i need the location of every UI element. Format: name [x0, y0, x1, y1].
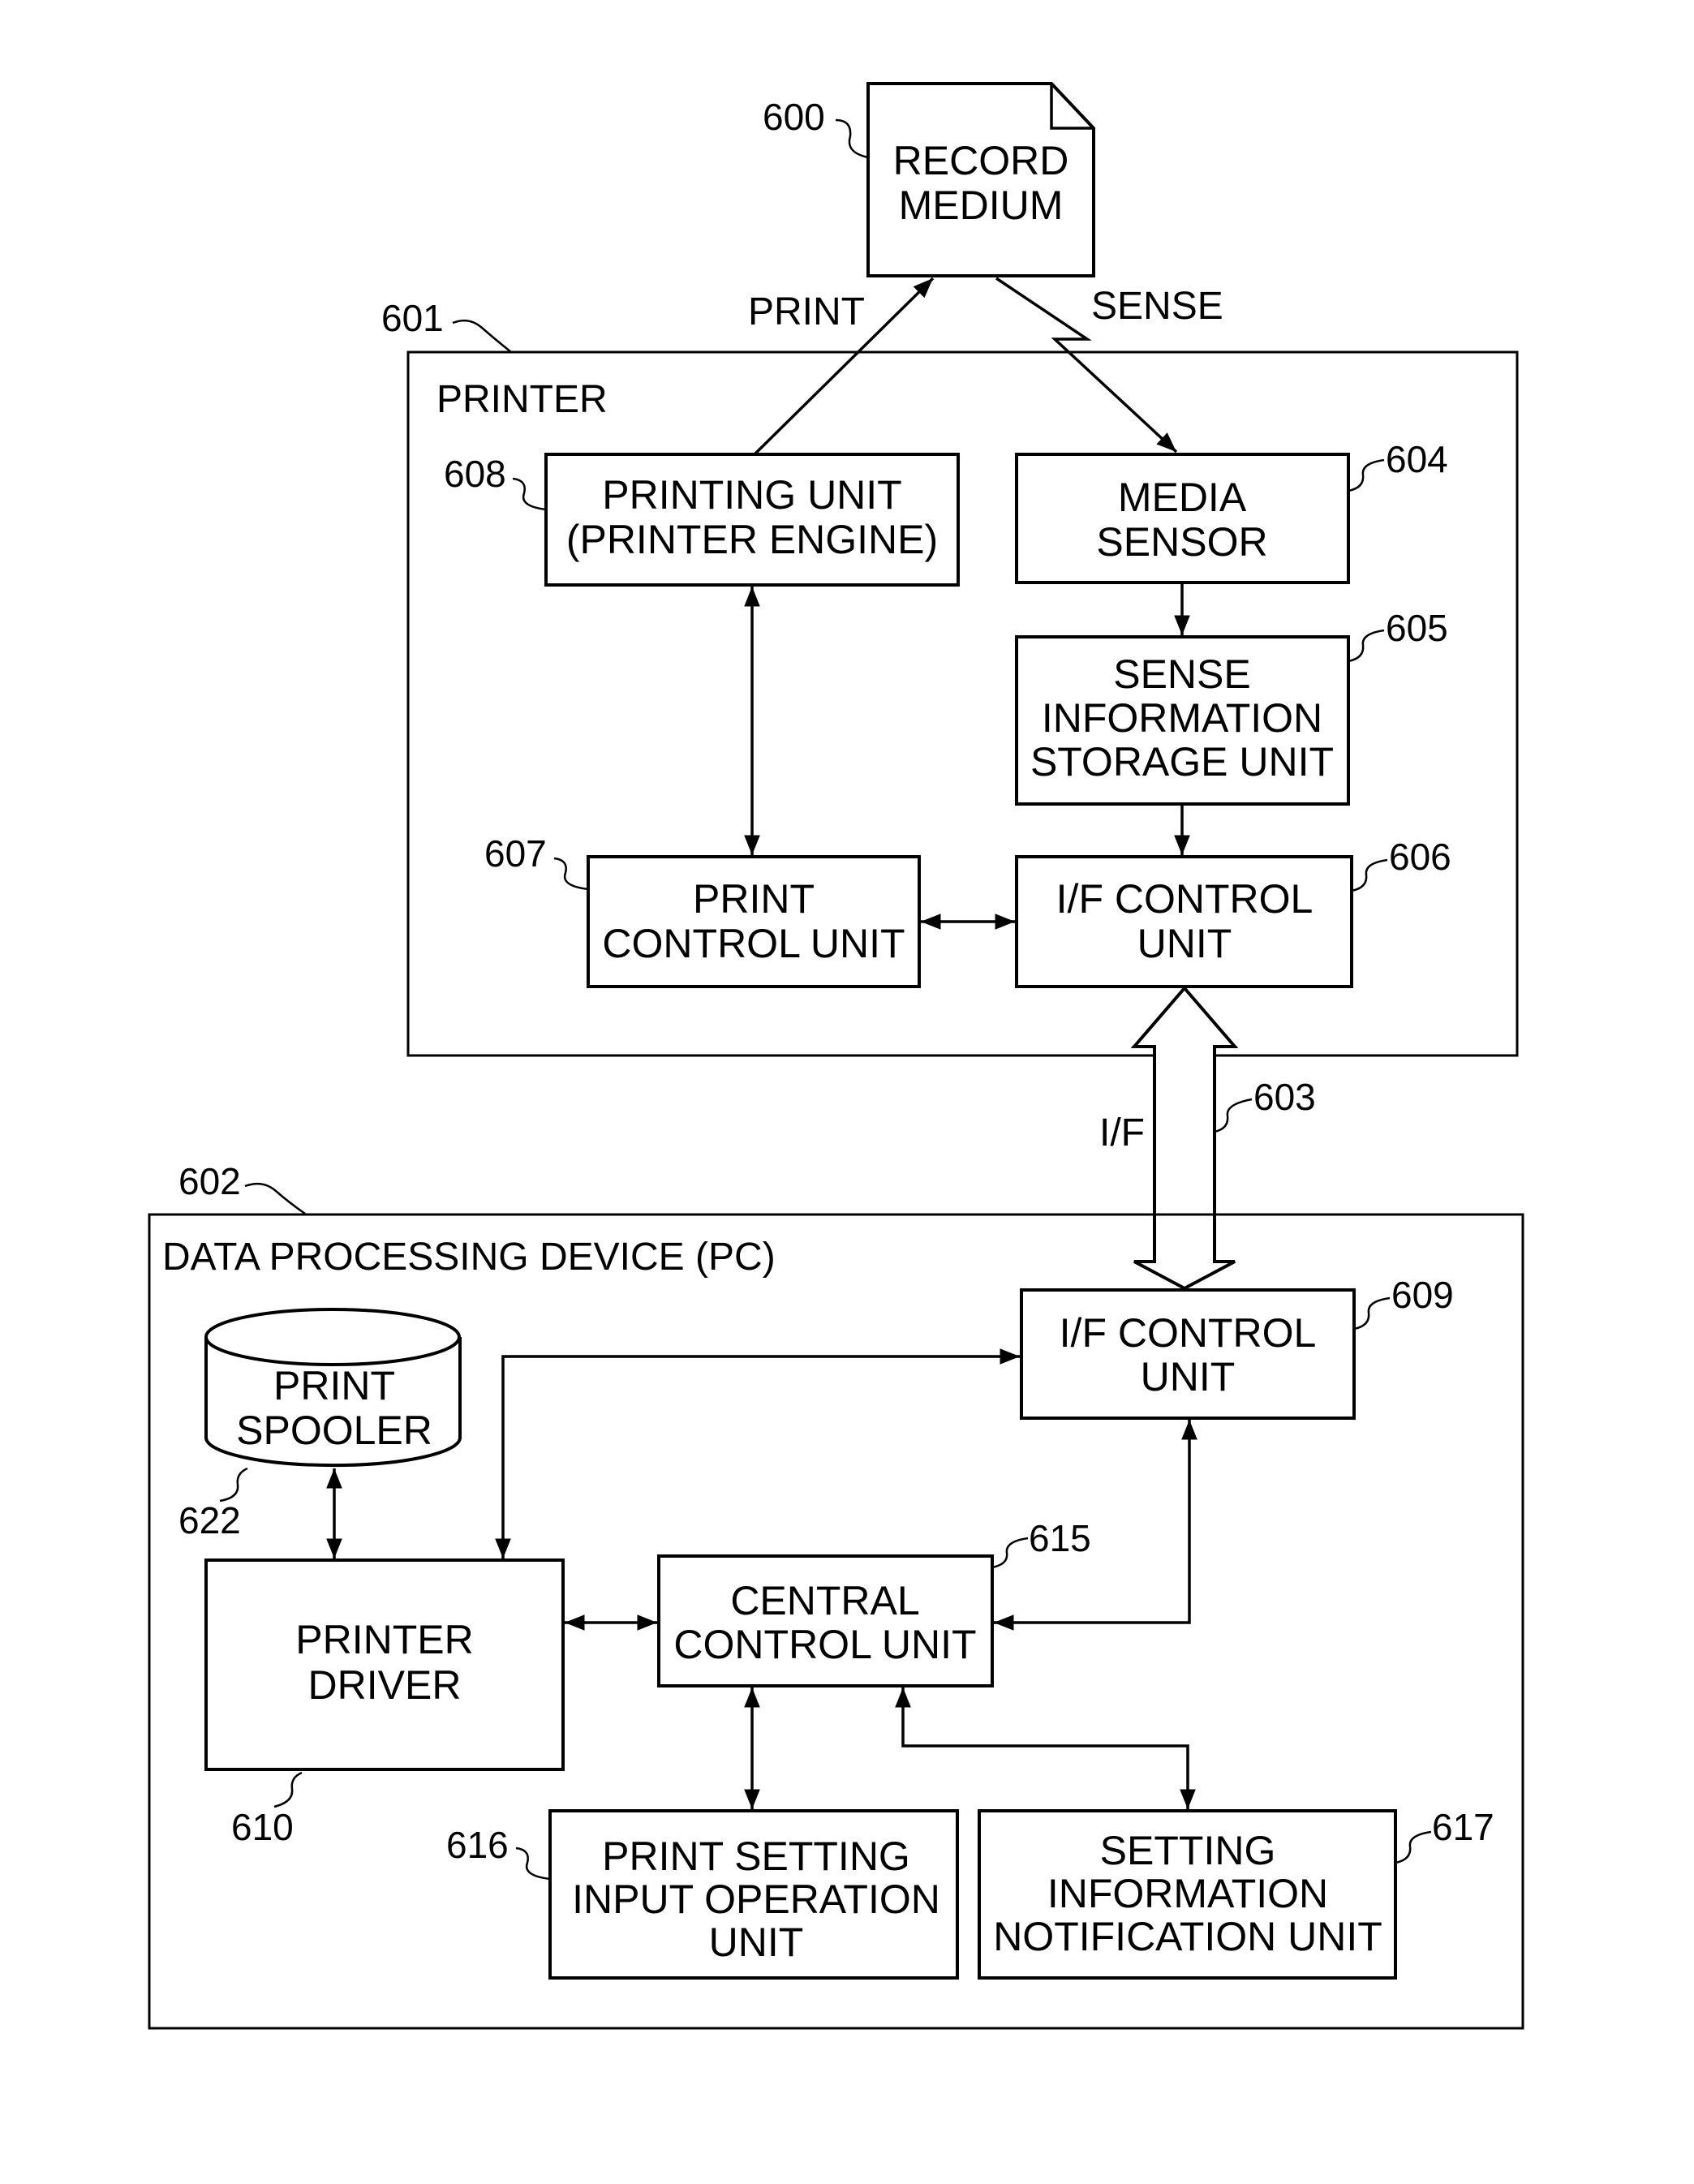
sense-storage-label-2: INFORMATION [1042, 695, 1322, 741]
print-spooler-node: PRINT SPOOLER [204, 1308, 462, 1468]
record-medium-label-2: MEDIUM [899, 183, 1064, 228]
printing-unit-label-1: PRINTING UNIT [602, 472, 901, 518]
pc-title: DATA PROCESSING DEVICE (PC) [162, 1236, 776, 1279]
central-control-node: CENTRAL CONTROL UNIT [657, 1554, 994, 1687]
printer-title: PRINTER [436, 378, 608, 421]
ref-608: 608 [444, 453, 506, 495]
printer-driver-node: PRINTER DRIVER [204, 1558, 565, 1771]
printing-unit-label-2: (PRINTER ENGINE) [566, 517, 938, 562]
print-setting-label-3: UNIT [709, 1920, 804, 1965]
leader-615 [991, 1537, 1029, 1569]
if-control-609-label-1: I/F CONTROL [1060, 1310, 1317, 1356]
leader-604 [1348, 458, 1385, 492]
leader-610 [273, 1771, 303, 1808]
setting-notification-label-2: INFORMATION [1047, 1871, 1328, 1916]
ref-605: 605 [1386, 607, 1448, 649]
ref-610: 610 [231, 1806, 294, 1848]
print-control-node: PRINT CONTROL UNIT [587, 855, 921, 988]
leader-602 [244, 1182, 306, 1215]
setting-notification-label-1: SETTING [1100, 1828, 1276, 1873]
media-sensor-node: MEDIA SENSOR [1015, 453, 1350, 584]
sense-label: SENSE [1091, 285, 1223, 328]
leader-622 [219, 1467, 248, 1503]
ref-601: 601 [381, 297, 444, 339]
ref-609: 609 [1391, 1274, 1454, 1316]
ref-616: 616 [446, 1824, 509, 1866]
print-setting-node: PRINT SETTING INPUT OPERATION UNIT [548, 1809, 959, 1980]
ref-607: 607 [484, 832, 547, 875]
central-control-label-2: CONTROL UNIT [673, 1622, 976, 1667]
leader-601 [452, 319, 512, 353]
sense-storage-label-3: STORAGE UNIT [1030, 739, 1334, 785]
ref-602: 602 [178, 1160, 241, 1202]
print-spooler-label-1: PRINT [273, 1363, 395, 1408]
record-medium-node: RECORD MEDIUM [866, 82, 1095, 277]
central-if-arrow [994, 1420, 1197, 1631]
ref-622: 622 [178, 1499, 241, 1541]
ref-603: 603 [1253, 1076, 1316, 1118]
sense-storage-label-1: SENSE [1113, 651, 1251, 697]
leader-606 [1351, 858, 1388, 892]
central-notification-arrow [895, 1687, 1196, 1809]
ref-606: 606 [1389, 836, 1451, 878]
print-setting-label-2: INPUT OPERATION [572, 1877, 940, 1922]
ref-604: 604 [1386, 438, 1448, 480]
leader-609 [1353, 1296, 1391, 1331]
printer-driver-label-2: DRIVER [308, 1662, 462, 1708]
print-label: PRINT [748, 290, 865, 333]
setting-notification-node: SETTING INFORMATION NOTIFICATION UNIT [978, 1809, 1397, 1980]
leader-607 [553, 857, 589, 891]
media-sensor-label-1: MEDIA [1118, 475, 1247, 520]
leader-600 [835, 118, 869, 159]
ref-615: 615 [1029, 1517, 1091, 1559]
if-control-609-node: I/F CONTROL UNIT [1020, 1288, 1356, 1420]
ref-600: 600 [763, 96, 825, 138]
print-setting-label-1: PRINT SETTING [602, 1834, 910, 1879]
leader-616 [515, 1847, 551, 1881]
record-medium-label-1: RECORD [893, 138, 1069, 183]
ref-617: 617 [1432, 1806, 1494, 1848]
if-control-606-label-2: UNIT [1137, 921, 1232, 966]
print-control-label-1: PRINT [693, 876, 815, 922]
central-control-label-1: CENTRAL [730, 1578, 919, 1623]
setting-notification-label-3: NOTIFICATION UNIT [993, 1914, 1382, 1959]
if-label: I/F [1099, 1111, 1145, 1154]
if-control-606-node: I/F CONTROL UNIT [1015, 855, 1353, 988]
leader-608 [512, 477, 547, 511]
media-sensor-label-2: SENSOR [1096, 519, 1267, 565]
block-diagram: RECORD MEDIUM 600 PRINT SENSE PRINTER 60… [148, 82, 1524, 2030]
print-control-label-2: CONTROL UNIT [602, 921, 905, 966]
print-spooler-label-2: SPOOLER [236, 1408, 432, 1453]
interface-double-arrow [1130, 985, 1239, 1291]
leader-617 [1395, 1830, 1432, 1864]
if-control-609-label-2: UNIT [1141, 1354, 1236, 1399]
if-control-606-label-1: I/F CONTROL [1056, 876, 1313, 922]
printer-driver-label-1: PRINTER [295, 1617, 473, 1662]
sense-storage-node: SENSE INFORMATION STORAGE UNIT [1015, 635, 1350, 806]
leader-605 [1348, 629, 1385, 663]
printing-unit-node: PRINTING UNIT (PRINTER ENGINE) [544, 453, 960, 587]
driver-if-arrow [495, 1348, 1020, 1558]
leader-603 [1214, 1098, 1253, 1133]
